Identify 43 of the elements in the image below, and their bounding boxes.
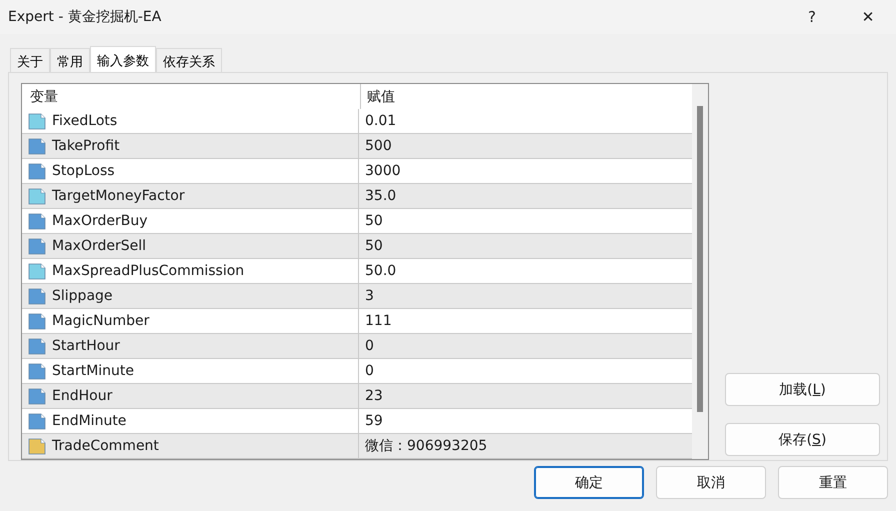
parameter-value: 500	[364, 138, 392, 154]
dialog-button[interactable]: 取消	[656, 466, 766, 499]
parameter-name: StopLoss	[52, 163, 115, 179]
tab[interactable]: 输入参数	[90, 46, 156, 74]
scrollbar[interactable]	[692, 84, 708, 459]
parameter-value: 50	[364, 238, 383, 254]
help-button[interactable]: ?	[784, 0, 840, 34]
tab[interactable]: 常用	[50, 48, 90, 74]
parameter-name: TargetMoneyFactor	[52, 188, 185, 204]
parameter-name: StartHour	[52, 338, 120, 354]
parameter-value: 微信：906993205	[364, 437, 488, 455]
dialog-button[interactable]: 确定	[534, 466, 644, 499]
parameter-value: 50.0	[364, 263, 396, 279]
parameter-name: MaxOrderBuy	[52, 213, 148, 229]
parameter-name: Slippage	[52, 288, 113, 304]
parameter-name: StartMinute	[52, 363, 134, 379]
window-title: Expert - 黄金挖掘机-EA	[8, 8, 162, 26]
tab[interactable]: 关于	[10, 48, 50, 74]
close-button[interactable]: ✕	[840, 0, 896, 34]
parameter-name: MaxSpreadPlusCommission	[52, 263, 244, 279]
save-button[interactable]: 保存(S)	[725, 423, 880, 456]
parameter-name: TakeProfit	[52, 138, 120, 154]
parameter-value: 50	[364, 213, 383, 229]
parameter-name: MagicNumber	[52, 313, 150, 329]
parameter-value: 0.01	[364, 113, 396, 129]
parameter-name: MaxOrderSell	[52, 238, 146, 254]
parameter-value: 3	[364, 288, 374, 304]
parameter-value: 35.0	[364, 188, 396, 204]
parameter-value: 3000	[364, 163, 401, 179]
column-header: 赋值	[366, 88, 395, 106]
dialog-button[interactable]: 重置	[778, 466, 888, 499]
parameter-name: EndHour	[52, 388, 112, 404]
load-button[interactable]: 加载(L)	[725, 373, 880, 406]
parameter-value: 59	[364, 413, 383, 429]
parameter-value: 23	[364, 388, 383, 404]
parameter-value: 0	[364, 338, 374, 354]
column-header: 变量	[22, 84, 361, 109]
tab[interactable]: 依存关系	[156, 48, 222, 74]
parameter-value: 0	[364, 363, 374, 379]
parameter-value: 111	[364, 313, 392, 329]
parameter-name: TradeComment	[52, 438, 159, 454]
parameter-name: EndMinute	[52, 413, 126, 429]
parameter-name: FixedLots	[52, 113, 118, 129]
